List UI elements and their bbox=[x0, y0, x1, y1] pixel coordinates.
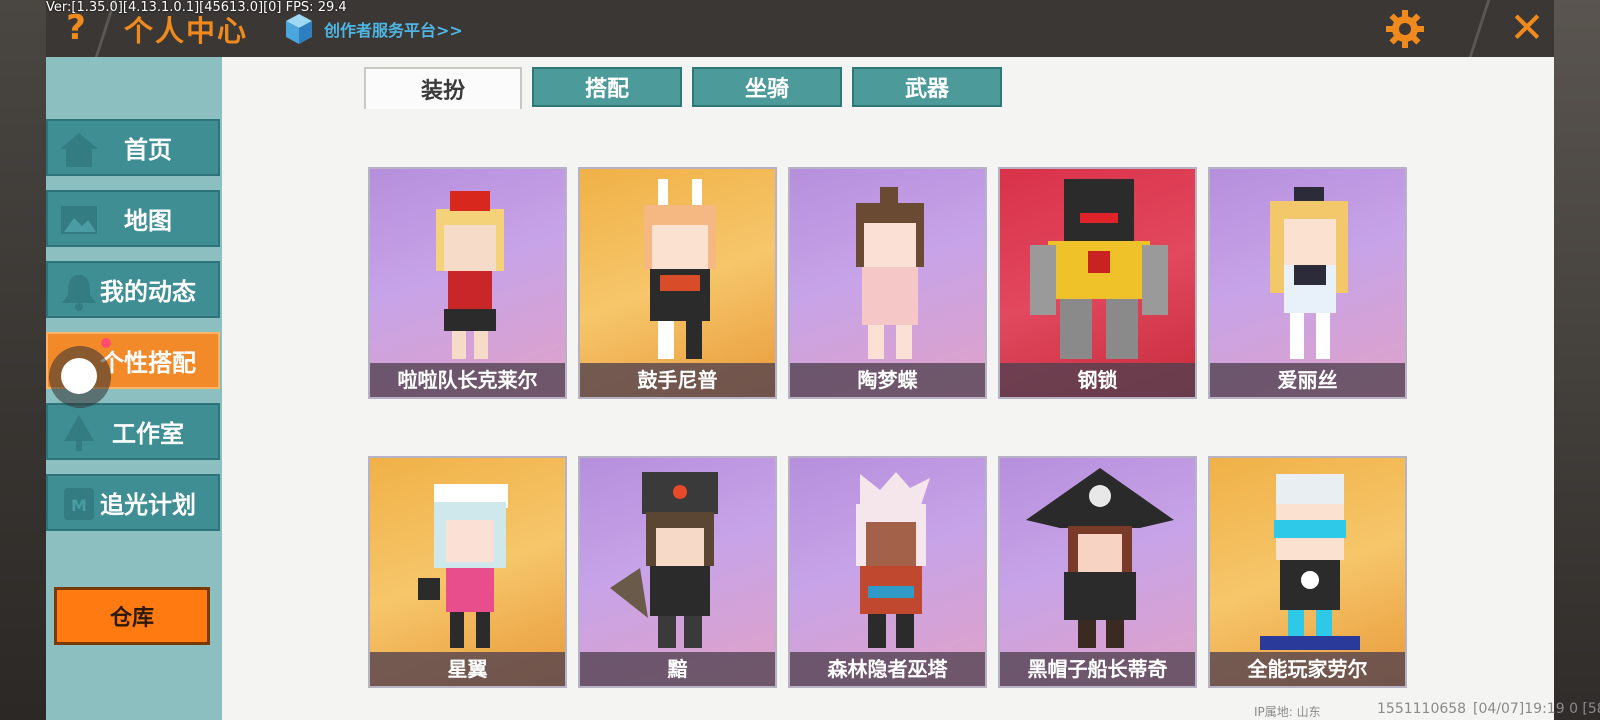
settings-gear-icon[interactable] bbox=[1384, 8, 1426, 50]
sidebar-item-activity[interactable]: 我的动态 bbox=[46, 261, 220, 318]
sidebar-item-home[interactable]: 首页 bbox=[46, 119, 220, 176]
character-card[interactable]: 啦啦队长克莱尔 bbox=[368, 167, 567, 399]
sidebar-item-light-plan[interactable]: M 追光计划 bbox=[46, 474, 220, 531]
timestamp: [04/07]19:19 0 [58] bbox=[1473, 701, 1600, 717]
main-panel: 装扮 搭配 坐骑 武器 啦啦队长克莱尔 鼓手尼普 陶梦蝶 钢锁 爱丽丝 星翼 黯… bbox=[222, 57, 1600, 720]
character-card[interactable]: 鼓手尼普 bbox=[578, 167, 777, 399]
debug-overlay: Ver:[1.35.0][4.13.1.0.1][45613.0][0] FPS… bbox=[46, 0, 347, 15]
character-avatar-icon bbox=[1260, 474, 1360, 650]
character-name: 钢锁 bbox=[1000, 363, 1195, 397]
sidebar-item-label: 追光计划 bbox=[100, 491, 196, 519]
character-grid: 啦啦队长克莱尔 鼓手尼普 陶梦蝶 钢锁 爱丽丝 星翼 黯 森林隐者巫塔 黑帽子船… bbox=[368, 167, 1407, 688]
character-card[interactable]: 爱丽丝 bbox=[1208, 167, 1407, 399]
background-right bbox=[1554, 0, 1600, 720]
character-avatar-icon bbox=[418, 484, 508, 648]
warehouse-button[interactable]: 仓库 bbox=[54, 587, 210, 645]
creator-link-text: 创作者服务平台>> bbox=[324, 21, 463, 40]
character-card[interactable]: 钢锁 bbox=[998, 167, 1197, 399]
creator-platform-link[interactable]: 创作者服务平台>> bbox=[284, 12, 463, 46]
character-card[interactable]: 森林隐者巫塔 bbox=[788, 456, 987, 688]
tab-outfit-combo[interactable]: 搭配 bbox=[532, 67, 682, 107]
sidebar-item-label: 我的动态 bbox=[100, 278, 196, 306]
character-avatar-icon bbox=[1270, 187, 1348, 359]
character-avatar-icon bbox=[1026, 468, 1174, 648]
character-name: 爱丽丝 bbox=[1210, 363, 1405, 397]
ip-location: IP属地: 山东 bbox=[1254, 705, 1321, 719]
tab-mount[interactable]: 坐骑 bbox=[692, 67, 842, 107]
cube-icon bbox=[286, 14, 312, 44]
character-card[interactable]: 黑帽子船长蒂奇 bbox=[998, 456, 1197, 688]
user-id: 1551110658 bbox=[1377, 701, 1467, 717]
tab-bar: 装扮 搭配 坐骑 武器 bbox=[364, 67, 1002, 109]
sidebar-item-label: 工作室 bbox=[112, 420, 184, 448]
character-avatar-icon bbox=[856, 472, 930, 648]
character-name: 黯 bbox=[580, 652, 775, 686]
tab-dressup[interactable]: 装扮 bbox=[364, 67, 522, 109]
character-card[interactable]: 全能玩家劳尔 bbox=[1208, 456, 1407, 688]
sidebar-item-map[interactable]: 地图 bbox=[46, 190, 220, 247]
character-avatar-icon bbox=[1030, 179, 1168, 359]
floating-assistant-ball[interactable] bbox=[49, 346, 111, 408]
character-card[interactable]: 陶梦蝶 bbox=[788, 167, 987, 399]
character-avatar-icon bbox=[644, 179, 716, 359]
character-card[interactable]: 黯 bbox=[578, 456, 777, 688]
character-avatar-icon bbox=[610, 472, 718, 648]
character-name: 星翼 bbox=[370, 652, 565, 686]
character-avatar-icon bbox=[856, 187, 924, 359]
background-left bbox=[0, 0, 46, 720]
character-name: 鼓手尼普 bbox=[580, 363, 775, 397]
header-divider bbox=[1468, 0, 1491, 57]
character-name: 黑帽子船长蒂奇 bbox=[1000, 652, 1195, 686]
sidebar-item-label: 地图 bbox=[124, 207, 172, 235]
close-button[interactable]: ✕ bbox=[1506, 7, 1548, 50]
tab-weapon[interactable]: 武器 bbox=[852, 67, 1002, 107]
character-name: 全能玩家劳尔 bbox=[1210, 652, 1405, 686]
character-name: 陶梦蝶 bbox=[790, 363, 985, 397]
character-name: 啦啦队长克莱尔 bbox=[370, 363, 565, 397]
sidebar-item-studio[interactable]: 工作室 bbox=[46, 403, 220, 460]
character-avatar-icon bbox=[436, 191, 504, 359]
character-card[interactable]: 星翼 bbox=[368, 456, 567, 688]
character-name: 森林隐者巫塔 bbox=[790, 652, 985, 686]
sidebar-item-label: 首页 bbox=[124, 136, 172, 164]
